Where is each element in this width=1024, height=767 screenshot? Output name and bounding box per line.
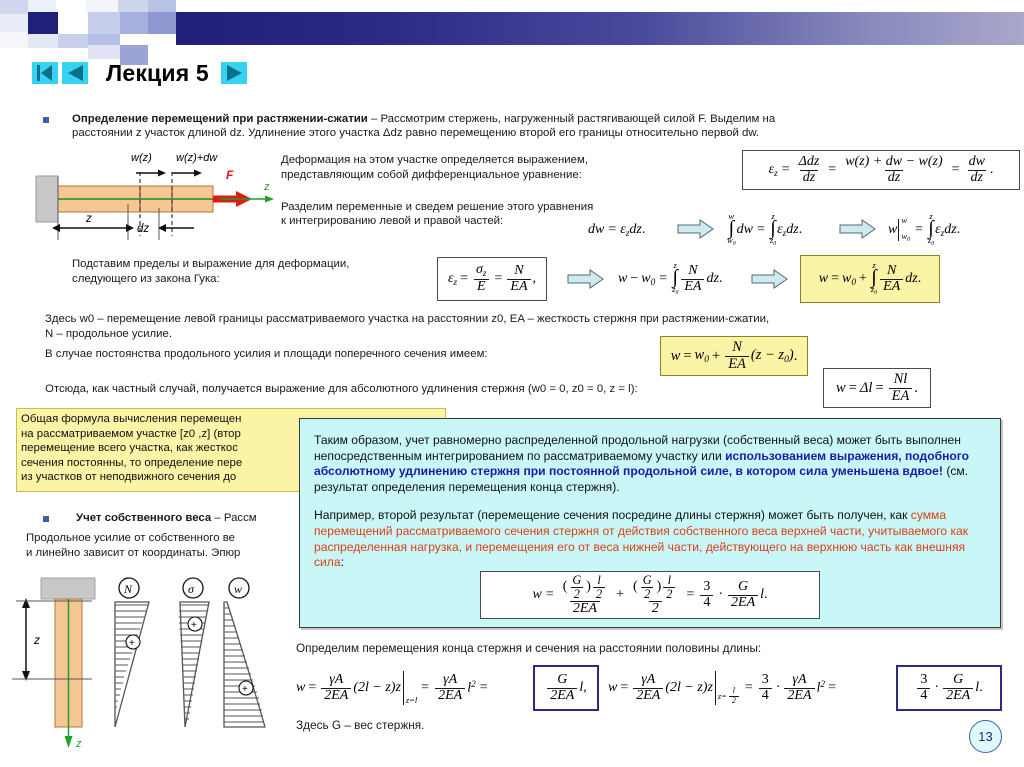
formula-w-minus-w0: w − w0 = z ∫ z0 N EA dz. [618, 260, 723, 297]
svg-text:w(z)+dw: w(z)+dw [176, 152, 218, 164]
page-number-badge: 13 [969, 720, 1002, 753]
summary-callout: Таким образом, учет равномерно распредел… [299, 418, 1001, 628]
deco-square [120, 12, 148, 34]
paragraph-limits-line1: Подставим пределы и выражение для деформ… [72, 258, 350, 270]
deco-square [0, 0, 28, 14]
formula-dw-eps: dw = εzdz. [588, 222, 646, 238]
svg-text:w(z): w(z) [131, 152, 152, 164]
arrow-right-icon [677, 219, 714, 239]
svg-text:z: z [75, 738, 82, 750]
paragraph-definition-line1: Определение перемещений при растяжении-с… [72, 112, 1010, 126]
formula-end-displacement-result: G 2EA l, [533, 665, 599, 711]
svg-text:F: F [226, 168, 234, 182]
header-bar [176, 12, 1024, 45]
svg-text:+: + [129, 638, 135, 649]
svg-text:+: + [242, 684, 248, 695]
deco-square [58, 14, 88, 32]
formula-w-bar-limits: w w w0 = z ∫ z0 εzdz. [888, 211, 961, 248]
rod-diagram-top: w(z) w(z)+dw F z z dz [24, 148, 292, 258]
paragraph-separate-line1: Разделим переменные и сведем решение это… [281, 201, 594, 213]
previous-slide-button[interactable] [62, 62, 88, 84]
callout-p2-part3: : [340, 555, 344, 570]
paragraph-axial-force-line2: и линейно зависит от координаты. Эпюр [26, 547, 241, 559]
paragraph-here-line2: N – продольное усилие. [45, 327, 172, 341]
bullet-1-line2: расстоянии z участок длиной dz. Удлинени… [72, 127, 760, 139]
paragraph-deformation-line1: Деформация на этом участке определяется … [281, 154, 588, 166]
bullet-1-rest: – Рассмотрим стержень, нагруженный растя… [367, 113, 776, 125]
bullet-marker [43, 516, 49, 522]
svg-text:+: + [191, 620, 197, 631]
formula-integral-dw: w ∫ w0 dw = z ∫ z0 εzdz. [727, 211, 803, 248]
callout-paragraph-1: Таким образом, учет равномерно распредел… [314, 433, 988, 495]
formula-mid-displacement-result: 34 · G 2EA l. [896, 665, 1002, 711]
paragraph-g-weight: Здесь G – вес стержня. [296, 718, 425, 732]
formula-mid-displacement: w = γA 2EA (2l − z)z z= l 2 = 34 · γA 2EA l2 … [608, 671, 836, 705]
deco-square [28, 12, 58, 34]
formula-w-linear: w = w0 + N EA (z − z0). [660, 336, 808, 376]
bullet-2-rest: – Рассм [211, 512, 257, 524]
paragraph-definition-line2: расстоянии z участок длиной dz. Удлинени… [72, 126, 1012, 140]
formula-end-displacement: w = γA 2EA (2l − z)z z=l = γA 2EA l2 = [296, 671, 488, 705]
paragraph-separate-line2: к интегрированию левой и правой частей: [281, 215, 504, 227]
formula-sum-of-halves: w = (G 2) l2 2EA + (G 2) l2 2 = 34 · G 2EA l… [480, 571, 820, 619]
paragraph-determine-displacements: Определим перемещения конца стержня и се… [296, 641, 762, 655]
paragraph-axial-force-line1: Продольное усилие от собственного ве [26, 532, 235, 544]
formula-delta-l: w = Δl = Nl EA. [823, 368, 931, 408]
slide-title-row: Лекция 5 [32, 58, 251, 88]
deco-square [88, 12, 120, 34]
arrow-right-icon [567, 269, 604, 289]
svg-text:dz: dz [137, 223, 149, 235]
svg-text:z: z [85, 213, 92, 225]
svg-text:w: w [234, 582, 242, 596]
bullet-2-heading: Учет собственного веса [76, 512, 212, 524]
page-title: Лекция 5 [106, 59, 209, 86]
bullet-marker [43, 117, 49, 123]
arrow-right-icon [751, 269, 788, 289]
svg-text:z: z [263, 181, 270, 193]
first-slide-button[interactable] [32, 62, 58, 84]
deco-square [58, 34, 88, 48]
next-slide-button[interactable] [220, 62, 247, 84]
paragraph-constant-case: В случае постоянства продольного усилия … [45, 348, 488, 360]
paragraph-limits-line2: следующего из закона Гука: [72, 273, 220, 285]
formula-hooke-law: εz = σz E = N EA, [437, 257, 547, 301]
paragraph-here-line1: Здесь w0 – перемещение левой границы рас… [45, 312, 1005, 326]
here-text-1: Здесь w0 – перемещение левой границы рас… [45, 313, 770, 325]
header-decoration [0, 0, 1024, 65]
deco-square [148, 12, 176, 34]
callout-paragraph-2: Например, второй результат (перемещение … [314, 508, 988, 570]
deco-square [0, 32, 28, 48]
paragraph-self-weight-heading: Учет собственного веса – Рассм [76, 511, 257, 525]
svg-text:N: N [123, 582, 133, 596]
paragraph-deformation-line2: представляющим собой дифференциальное ур… [281, 169, 582, 181]
formula-w-equals-integral: w = w0 + z ∫ z0 N EA dz. [800, 255, 940, 303]
paragraph-hence: Отсюда, как частный случай, получается в… [45, 383, 638, 395]
rod-diagram-bottom: z z N + σ + w + [12, 572, 300, 752]
formula-epsilon-definition: εz = Δdz dz = w(z) + dw − w(z) dz = dw dz. [742, 150, 1020, 190]
deco-square [88, 45, 120, 59]
deco-square [28, 34, 58, 48]
deco-square [0, 14, 28, 32]
deco-square [56, 0, 86, 14]
arrow-right-icon [839, 219, 876, 239]
svg-text:z: z [33, 633, 40, 647]
callout-p2-part1: Например, второй результат (перемещение … [314, 508, 911, 523]
here-text-2: N – продольное усилие. [45, 328, 173, 340]
bullet-1-heading: Определение перемещений при растяжении-с… [72, 113, 368, 125]
